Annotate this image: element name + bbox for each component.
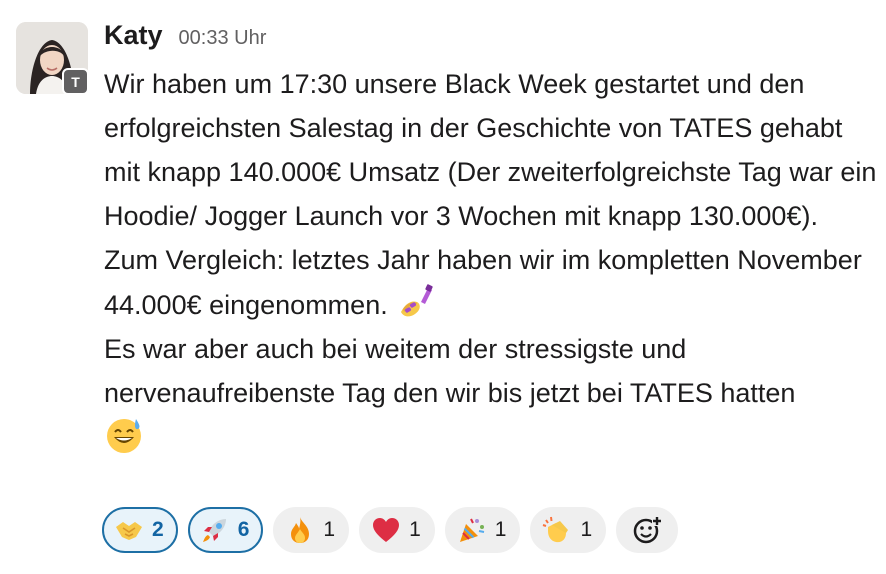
reaction-heart[interactable]: 1 [359, 507, 435, 553]
message: T Katy 00:33 Uhr Wir haben um 17:30 unse… [0, 0, 886, 574]
message-body: Wir haben um 17:30 unsere Black Week ges… [104, 62, 879, 460]
reaction-count: 6 [237, 518, 250, 541]
clapping-hands-icon [543, 516, 569, 543]
reaction-count: 2 [152, 518, 164, 541]
reaction-handshake[interactable]: 2 [102, 507, 178, 553]
party-popper-icon [459, 518, 484, 542]
add-reaction-icon [633, 516, 663, 544]
reaction-count: 1 [494, 518, 507, 541]
paragraph-text: Wir haben um 17:30 unsere Black Week ges… [104, 69, 877, 320]
reaction-count: 1 [323, 518, 336, 541]
sweat-smile-icon [107, 419, 141, 453]
paragraph-text: Es war aber auch bei weitem der stressig… [104, 334, 796, 408]
heart-icon [373, 518, 400, 542]
add-reaction-button[interactable] [616, 507, 679, 553]
reactions-bar: 2 6 1 1 1 1 [102, 507, 679, 553]
reaction-clap[interactable]: 1 [530, 507, 607, 553]
message-paragraph [104, 415, 879, 460]
handshake-icon [116, 522, 142, 540]
org-badge: T [62, 68, 89, 95]
message-paragraph: Wir haben um 17:30 unsere Black Week ges… [104, 62, 879, 327]
reaction-fire[interactable]: 1 [273, 507, 350, 553]
message-header: Katy 00:33 Uhr [104, 20, 266, 51]
reaction-count: 1 [409, 518, 421, 541]
rocket-icon [202, 519, 226, 542]
reaction-party[interactable]: 1 [444, 507, 521, 553]
nail-polish-icon [401, 284, 433, 317]
timestamp[interactable]: 00:33 Uhr [179, 27, 267, 50]
fire-icon [291, 517, 310, 543]
message-paragraph: Es war aber auch bei weitem der stressig… [104, 327, 879, 415]
reaction-count: 1 [580, 518, 593, 541]
reaction-rocket[interactable]: 6 [187, 507, 264, 553]
author-name[interactable]: Katy [104, 20, 163, 51]
